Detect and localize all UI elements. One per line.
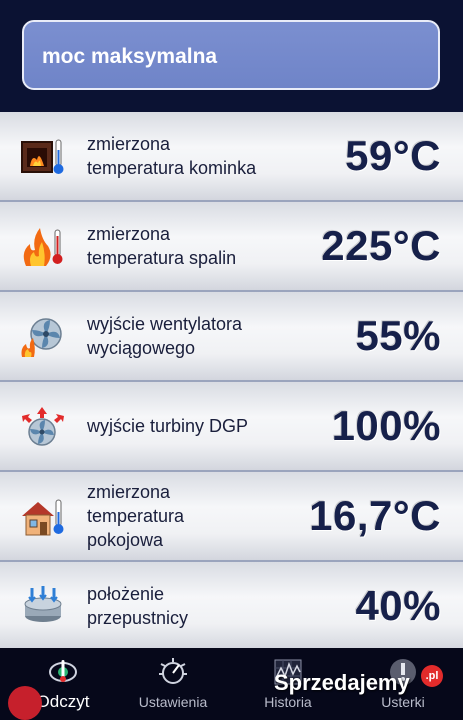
damper-icon [24, 586, 62, 622]
reading-row-dgp-turbine[interactable]: wyjście turbiny DGP 100% [0, 382, 463, 472]
reading-value: 55% [355, 312, 441, 359]
reading-value: 100% [331, 402, 441, 449]
tab-ustawienia[interactable]: Ustawienia [118, 648, 228, 720]
reading-label: zmierzona temperatura spalin [87, 224, 237, 268]
fireplace-thermometer-icon [21, 139, 64, 174]
reading-label: położenie przepustnicy [87, 584, 189, 628]
tab-label: Historia [264, 694, 312, 710]
reading-value: 59°C [345, 132, 441, 179]
tab-label: Ustawienia [138, 694, 208, 710]
tab-label: Usterki [381, 694, 425, 710]
flame-thermometer-icon [23, 228, 63, 266]
eye-thermometer-icon [49, 660, 77, 682]
reading-value: 16,7°C [309, 492, 441, 539]
watermark-domain: .pl [421, 665, 443, 687]
fan-flame-icon [21, 318, 62, 357]
house-thermometer-icon [22, 499, 64, 536]
reading-row-flue-temperature[interactable]: zmierzona temperatura spalin 225°C [0, 202, 463, 292]
corner-badge-icon [8, 686, 42, 720]
watermark: Sprzedajemy [274, 670, 410, 695]
reading-row-damper-position[interactable]: położenie przepustnicy 40% [0, 562, 463, 648]
dial-icon [159, 658, 187, 684]
reading-label: zmierzona temperatura pokojowa [87, 482, 185, 550]
turbine-arrows-icon [22, 407, 64, 446]
reading-row-fireplace-temperature[interactable]: zmierzona temperatura kominka 59°C [0, 112, 463, 202]
reading-value: 225°C [321, 222, 441, 269]
reading-label: wyjście wentylatora wyciągowego [87, 314, 243, 358]
reading-value: 40% [355, 582, 441, 629]
readings-list: zmierzona temperatura kominka 59°C zmier… [0, 112, 463, 648]
reading-row-room-temperature[interactable]: zmierzona temperatura pokojowa 16,7°C [0, 472, 463, 562]
reading-row-exhaust-fan[interactable]: wyjście wentylatora wyciągowego 55% [0, 292, 463, 382]
mode-selector[interactable]: moc maksymalna [22, 20, 440, 90]
reading-label: zmierzona temperatura kominka [87, 134, 257, 178]
reading-label: wyjście turbiny DGP [87, 416, 249, 436]
top-bar: moc maksymalna [0, 0, 463, 112]
